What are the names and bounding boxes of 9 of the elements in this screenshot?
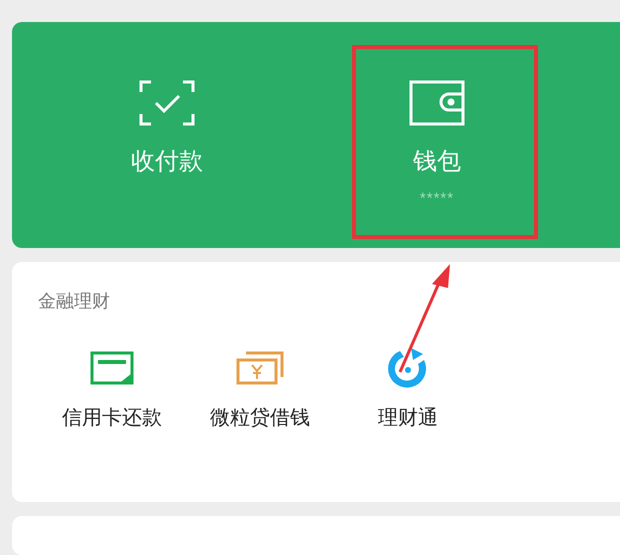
- cash-icon: [236, 350, 284, 385]
- finance-item[interactable]: 微粒贷借钱: [186, 344, 334, 433]
- card-icon: [90, 350, 134, 385]
- finance-item[interactable]: 理财通: [334, 344, 482, 433]
- section-title: 金融理财: [38, 290, 110, 313]
- finance-item[interactable]: 信用卡还款: [38, 344, 186, 433]
- wallet-icon: [409, 80, 465, 126]
- scan-check-icon: [139, 80, 195, 126]
- balance-text: *****: [420, 189, 454, 209]
